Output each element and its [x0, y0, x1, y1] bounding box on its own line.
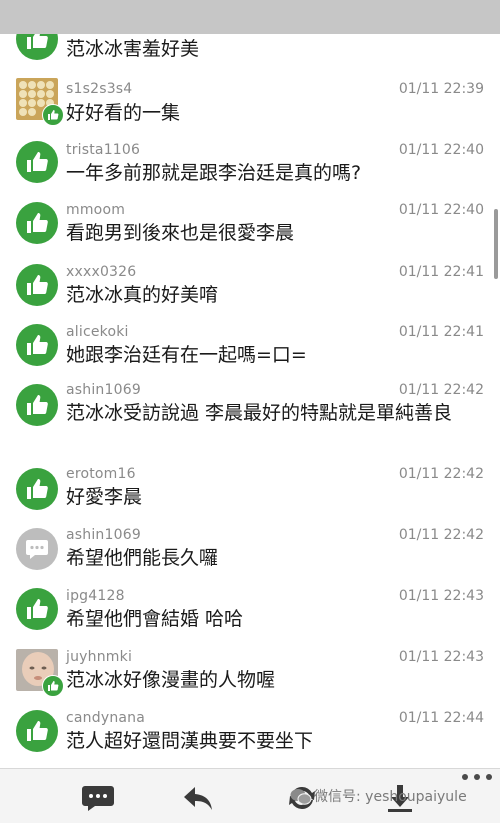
comment-row: ashin1069 01/11 22:42 范冰冰受訪說過 李晨最好的特點就是單…	[0, 382, 500, 466]
like-icon	[16, 468, 58, 510]
comment-row: 范冰冰害羞好美	[0, 34, 500, 68]
like-avatar	[16, 34, 58, 60]
comment-row: mmoom 01/11 22:40 看跑男到後來也是很愛李晨	[0, 200, 500, 260]
chat-icon	[16, 528, 58, 570]
comment-row: erotom16 01/11 22:42 好愛李晨	[0, 466, 500, 528]
username: ashin1069	[66, 382, 141, 398]
like-icon	[16, 324, 58, 366]
comment-row: xxxx0326 01/11 22:41 范冰冰真的好美唷	[0, 262, 500, 322]
username: ashin1069	[66, 527, 141, 543]
username: alicekoki	[66, 324, 129, 340]
timestamp: 01/11 22:40	[398, 142, 484, 158]
like-avatar	[16, 324, 58, 366]
timestamp: 01/11 22:41	[398, 264, 484, 280]
timestamp: 01/11 22:43	[398, 588, 484, 604]
like-badge-icon	[42, 675, 64, 697]
comment-text: 范冰冰真的好美唷	[66, 284, 219, 306]
status-bar	[0, 0, 500, 34]
comment-row: trista1106 01/11 22:40 一年多前那就是跟李治廷是真的嗎?	[0, 138, 500, 198]
username: mmoom	[66, 202, 126, 218]
like-icon	[16, 202, 58, 244]
comment-text: 范冰冰受訪說過 李晨最好的特點就是單純善良	[66, 402, 453, 424]
username: ipg4128	[66, 588, 125, 604]
comment-row: ashin1069 01/11 22:42 希望他們能長久囉	[0, 527, 500, 588]
like-icon	[16, 710, 58, 752]
timestamp: 01/11 22:42	[398, 527, 484, 543]
timestamp: 01/11 22:42	[398, 466, 484, 482]
comment-text: 看跑男到後來也是很愛李晨	[66, 222, 295, 244]
username: juyhnmki	[66, 649, 133, 665]
comment-text: 希望他們會結婚 哈哈	[66, 608, 244, 630]
like-avatar	[16, 710, 58, 752]
comment-text: 好好看的一集	[66, 102, 181, 124]
comment-row: alicekoki 01/11 22:41 她跟李治廷有在一起嗎=口=	[0, 324, 500, 384]
comment-row: juyhnmki 01/11 22:43 范冰冰好像漫畫的人物喔	[0, 649, 500, 709]
scrollbar[interactable]	[494, 209, 498, 279]
watermark-text: 微信号: yeshoupaiyule	[314, 789, 467, 805]
comment-row: candynana 01/11 22:44 范人超好還問漢典要不要坐下	[0, 710, 500, 768]
comment-text: 好愛李晨	[66, 486, 143, 508]
comment-icon	[82, 786, 114, 811]
timestamp: 01/11 22:41	[398, 324, 484, 340]
username: xxxx0326	[66, 264, 137, 280]
username: s1s2s3s4	[66, 81, 133, 97]
back-button[interactable]	[178, 781, 218, 815]
like-icon	[16, 588, 58, 630]
timestamp: 01/11 22:43	[398, 649, 484, 665]
more-icon[interactable]	[462, 774, 492, 782]
comment-text: 范冰冰害羞好美	[66, 38, 200, 60]
comment-text: 范人超好還問漢典要不要坐下	[66, 730, 314, 752]
comment-row: ipg4128 01/11 22:43 希望他們會結婚 哈哈	[0, 588, 500, 648]
wechat-icon	[290, 789, 312, 805]
comment-row: s1s2s3s4 01/11 22:39 好好看的一集	[0, 74, 500, 134]
timestamp: 01/11 22:39	[398, 81, 484, 97]
like-icon	[16, 264, 58, 306]
username: candynana	[66, 710, 146, 726]
like-avatar	[16, 141, 58, 183]
timestamp: 01/11 22:40	[398, 202, 484, 218]
like-avatar	[16, 384, 58, 426]
timestamp: 01/11 22:44	[398, 710, 484, 726]
comment-button[interactable]	[78, 781, 118, 815]
like-icon	[16, 141, 58, 183]
username: trista1106	[66, 142, 141, 158]
like-icon	[16, 34, 58, 60]
like-avatar	[16, 264, 58, 306]
back-icon	[184, 787, 212, 810]
comment-list[interactable]: 范冰冰害羞好美 s1s2s3s4 01/11 22:39 好好看的一集 tris…	[0, 34, 500, 768]
watermark: 微信号: yeshoupaiyule	[290, 786, 467, 806]
like-icon	[16, 384, 58, 426]
comment-text: 范冰冰好像漫畫的人物喔	[66, 669, 276, 691]
user-avatar	[16, 649, 64, 697]
timestamp: 01/11 22:42	[398, 382, 484, 398]
comment-text: 她跟李治廷有在一起嗎=口=	[66, 344, 307, 366]
comment-text: 希望他們能長久囉	[66, 547, 219, 569]
chat-avatar	[16, 528, 58, 570]
comment-text: 一年多前那就是跟李治廷是真的嗎?	[66, 162, 362, 184]
username: erotom16	[66, 466, 136, 482]
like-avatar	[16, 468, 58, 510]
like-avatar	[16, 588, 58, 630]
like-avatar	[16, 202, 58, 244]
user-avatar	[16, 78, 64, 126]
like-badge-icon	[42, 104, 64, 126]
